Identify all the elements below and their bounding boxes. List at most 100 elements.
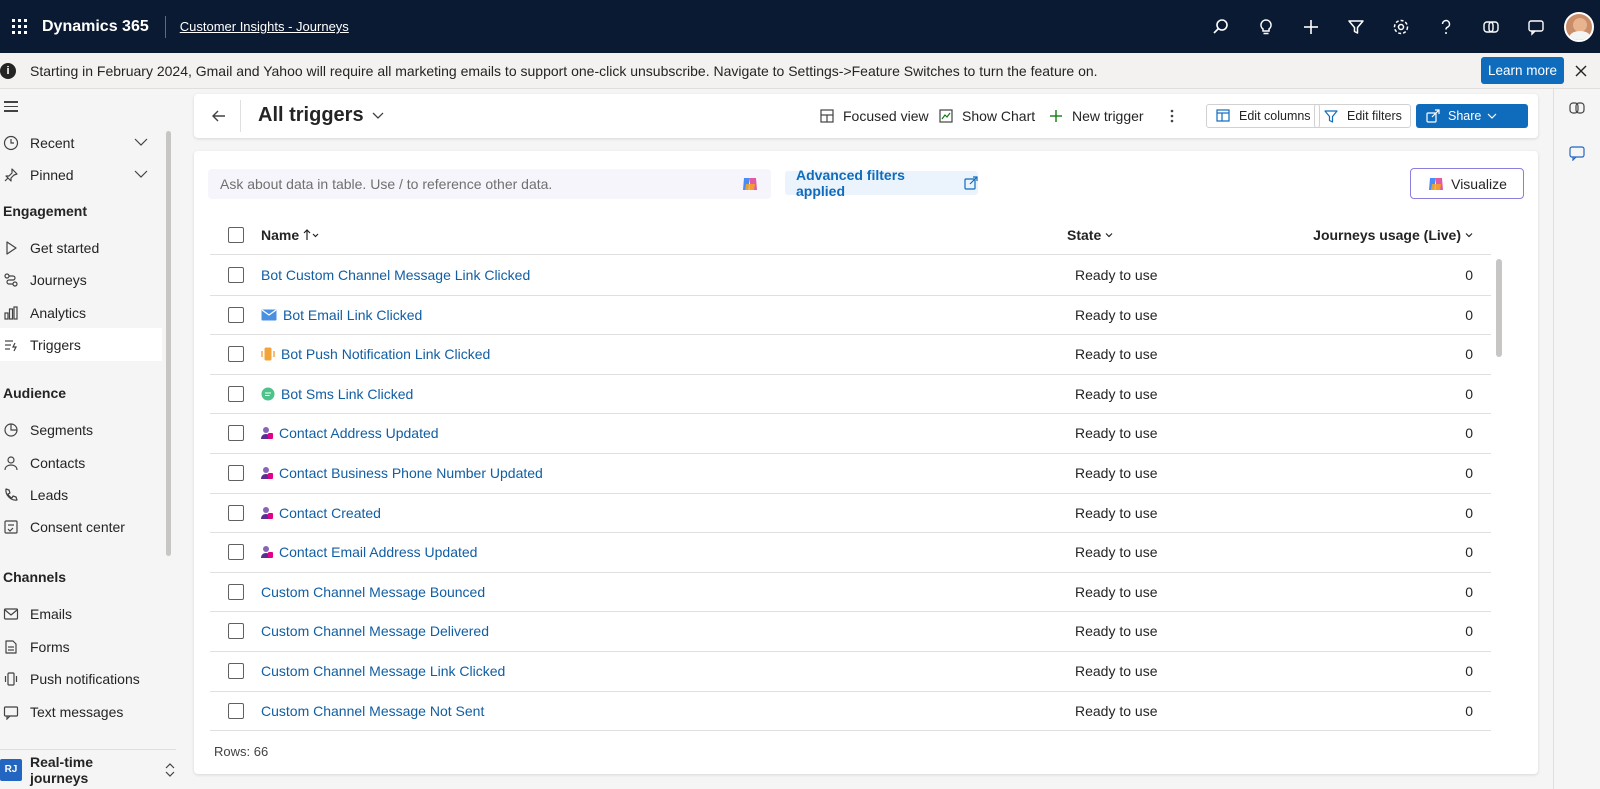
filter-icon[interactable] xyxy=(1333,0,1378,53)
sidebar-item-text-messages[interactable]: Text messages xyxy=(0,695,162,728)
app-launcher-waffle-icon[interactable] xyxy=(0,0,38,53)
row-checkbox[interactable] xyxy=(228,425,244,442)
trigger-name-link[interactable]: Custom Channel Message Delivered xyxy=(261,623,489,639)
copilot-icon[interactable] xyxy=(1468,0,1513,53)
show-chart-button[interactable]: Show Chart xyxy=(938,104,1035,128)
chat-icon[interactable] xyxy=(1513,0,1558,53)
trigger-name: Bot Push Notification Link Clicked xyxy=(281,346,491,363)
row-checkbox[interactable] xyxy=(228,504,244,521)
edit-filters-button[interactable]: Edit filters xyxy=(1314,104,1411,128)
app-name[interactable]: Dynamics 365 xyxy=(42,18,149,36)
trigger-name-link[interactable]: Custom Channel Message Not Sent xyxy=(261,703,484,719)
trigger-name-link[interactable]: Bot Custom Channel Message Link Clicked xyxy=(261,267,530,283)
right-rail xyxy=(1553,89,1600,789)
chat-icon[interactable] xyxy=(1568,144,1586,162)
row-checkbox[interactable] xyxy=(228,623,244,640)
view-selector[interactable]: All triggers xyxy=(258,104,384,127)
help-icon[interactable] xyxy=(1423,0,1468,53)
journeys-usage-value: 0 xyxy=(1465,464,1473,481)
table-row[interactable]: Bot Sms Link Clicked Ready to use 0 xyxy=(210,375,1491,415)
trigger-state: Ready to use xyxy=(1075,425,1158,442)
edit-columns-button[interactable]: Edit columns xyxy=(1206,104,1320,128)
share-button[interactable]: Share xyxy=(1416,104,1528,128)
sidebar-item-forms[interactable]: Forms xyxy=(0,630,162,663)
new-trigger-button[interactable]: New trigger xyxy=(1048,104,1144,128)
row-checkbox[interactable] xyxy=(228,544,244,561)
table-row[interactable]: Contact Email Address Updated Ready to us… xyxy=(210,533,1491,573)
table-row[interactable]: Contact Created Ready to use 0 xyxy=(210,494,1491,534)
avatar[interactable] xyxy=(1564,11,1594,42)
sidebar-item-get-started[interactable]: Get started xyxy=(0,231,162,264)
ask-copilot-input[interactable]: Ask about data in table. Use / to refere… xyxy=(208,169,771,199)
trigger-name-link[interactable]: Contact Business Phone Number Updated xyxy=(261,465,543,481)
journeys-usage-value: 0 xyxy=(1465,385,1473,402)
column-header-label: Name xyxy=(261,227,300,243)
row-checkbox[interactable] xyxy=(228,662,244,679)
column-header-name[interactable]: Name xyxy=(261,227,319,243)
row-checkbox[interactable] xyxy=(228,346,244,363)
sidebar-item-triggers[interactable]: Triggers xyxy=(0,328,162,361)
hamburger-menu-icon[interactable] xyxy=(4,101,18,115)
copilot-icon[interactable] xyxy=(1568,99,1586,117)
trigger-name-link[interactable]: Custom Channel Message Bounced xyxy=(261,584,485,600)
chevron-down-icon[interactable] xyxy=(134,167,148,184)
trigger-name-link[interactable]: Contact Created xyxy=(261,505,381,521)
table-row[interactable]: Custom Channel Message Link Clicked Ready… xyxy=(210,652,1491,692)
row-checkbox[interactable] xyxy=(228,464,244,481)
push-notification-icon xyxy=(261,347,275,361)
table-row[interactable]: Bot Email Link Clicked Ready to use 0 xyxy=(210,296,1491,336)
area-name-link[interactable]: Customer Insights - Journeys xyxy=(180,19,349,34)
sidebar-item-segments[interactable]: Segments xyxy=(0,413,162,446)
sidebar-item-pinned[interactable]: Pinned xyxy=(0,158,162,191)
column-header-label: Journeys usage (Live) xyxy=(1313,227,1461,243)
row-checkbox[interactable] xyxy=(228,702,244,719)
table-row[interactable]: Contact Business Phone Number Updated Rea… xyxy=(210,454,1491,494)
select-all-checkbox[interactable] xyxy=(228,227,244,243)
sidebar-item-contacts[interactable]: Contacts xyxy=(0,446,162,479)
row-checkbox[interactable] xyxy=(228,385,244,402)
column-header-journeys-usage[interactable]: Journeys usage (Live) xyxy=(1313,227,1473,243)
trigger-name-link[interactable]: Contact Email Address Updated xyxy=(261,544,477,560)
table-row[interactable]: Custom Channel Message Bounced Ready to u… xyxy=(210,573,1491,613)
sidebar-scrollbar[interactable] xyxy=(166,131,171,556)
table-row[interactable]: Bot Custom Channel Message Link Clicked R… xyxy=(210,256,1491,296)
phone-person-icon xyxy=(2,487,20,503)
close-icon[interactable] xyxy=(1572,61,1590,81)
chevron-down-icon[interactable] xyxy=(134,135,148,152)
back-arrow-icon[interactable] xyxy=(208,104,230,128)
trigger-name-link[interactable]: Bot Sms Link Clicked xyxy=(261,386,413,402)
sidebar-item-leads[interactable]: Leads xyxy=(0,478,162,511)
sidebar-item-recent[interactable]: Recent xyxy=(0,126,162,159)
advanced-filters-link[interactable]: Advanced filters applied xyxy=(785,167,978,199)
table-row[interactable]: Custom Channel Message Delivered Ready to… xyxy=(210,612,1491,652)
trigger-name-link[interactable]: Contact Address Updated xyxy=(261,425,439,441)
trigger-name-link[interactable]: Bot Email Link Clicked xyxy=(261,307,422,323)
column-header-state[interactable]: State xyxy=(1067,227,1113,243)
sidebar-item-analytics[interactable]: Analytics xyxy=(0,296,162,329)
area-switcher[interactable]: RJ Real-time journeys xyxy=(0,749,176,789)
focused-view-button[interactable]: Focused view xyxy=(819,104,929,128)
search-icon[interactable] xyxy=(1198,0,1243,53)
trigger-name-link[interactable]: Custom Channel Message Link Clicked xyxy=(261,663,505,679)
row-checkbox[interactable] xyxy=(228,583,244,600)
copilot-icon[interactable] xyxy=(741,176,759,195)
sidebar-item-journeys[interactable]: Journeys xyxy=(0,263,162,296)
sidebar-item-emails[interactable]: Emails xyxy=(0,597,162,630)
row-checkbox[interactable] xyxy=(228,306,244,323)
table-row[interactable]: Contact Address Updated Ready to use 0 xyxy=(210,414,1491,454)
plus-icon[interactable] xyxy=(1288,0,1333,53)
chevron-down-icon xyxy=(1465,231,1473,239)
sidebar-item-push-notifications[interactable]: Push notifications xyxy=(0,662,162,695)
trigger-name-link[interactable]: Bot Push Notification Link Clicked xyxy=(261,346,490,362)
more-options-icon[interactable] xyxy=(1170,104,1174,128)
visualize-button[interactable]: Visualize xyxy=(1410,168,1524,199)
table-row[interactable]: Bot Push Notification Link Clicked Ready … xyxy=(210,335,1491,375)
sidebar-item-consent-center[interactable]: Consent center xyxy=(0,510,162,543)
row-checkbox[interactable] xyxy=(228,267,244,283)
table-row[interactable]: Custom Channel Message Not Sent Ready to … xyxy=(210,692,1491,732)
gear-icon[interactable] xyxy=(1378,0,1423,53)
grid-scrollbar[interactable] xyxy=(1496,259,1502,357)
chart-icon xyxy=(938,108,954,124)
learn-more-button[interactable]: Learn more xyxy=(1481,57,1564,84)
lightbulb-icon[interactable] xyxy=(1243,0,1288,53)
